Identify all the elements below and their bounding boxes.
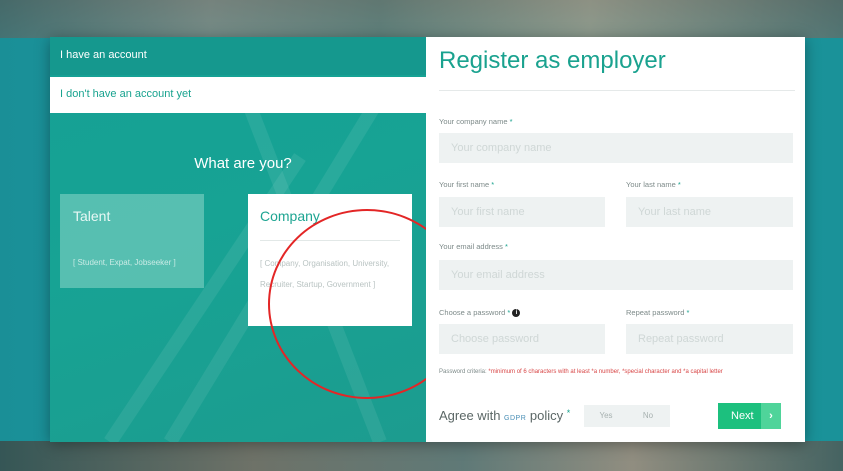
gdpr-agreement: Agree with GDPR policy * xyxy=(439,408,570,423)
option-talent-desc: [ Student, Expat, Jobseeker ] xyxy=(73,258,176,267)
background-photo-top xyxy=(0,0,843,38)
tab-have-account[interactable]: I have an account xyxy=(50,37,426,75)
next-button[interactable]: Next › xyxy=(718,403,781,429)
company-name-input[interactable] xyxy=(439,133,793,163)
info-icon[interactable]: i xyxy=(512,309,521,318)
last-name-label: Your last name * xyxy=(626,180,681,189)
password-label: Choose a password * i xyxy=(439,308,521,318)
tab-no-account-label: I don't have an account yet xyxy=(60,88,192,100)
first-name-label: Your first name * xyxy=(439,180,494,189)
register-form: Register as employer Your company name *… xyxy=(426,37,805,442)
tab-no-account[interactable]: I don't have an account yet xyxy=(50,77,426,113)
password-criteria: Password criteria: *minimum of 6 charact… xyxy=(439,367,785,377)
divider xyxy=(439,90,795,91)
first-name-input[interactable] xyxy=(439,197,605,227)
background-photo-bottom xyxy=(0,441,843,471)
email-input[interactable] xyxy=(439,260,793,290)
gdpr-suffix: policy xyxy=(529,408,564,423)
chevron-right-icon: › xyxy=(761,403,781,429)
page-title: Register as employer xyxy=(439,47,666,74)
criteria-prefix: Password criteria: xyxy=(439,369,489,375)
gdpr-link[interactable]: GDPR xyxy=(504,415,526,422)
company-name-label-text: Your company name xyxy=(439,117,508,126)
gdpr-yes-button[interactable]: Yes xyxy=(584,405,628,427)
first-name-label-text: Your first name xyxy=(439,180,490,189)
password-input[interactable] xyxy=(439,324,605,354)
gdpr-no-button[interactable]: No xyxy=(626,405,670,427)
option-company[interactable]: Company [ Company, Organisation, Univers… xyxy=(248,194,412,326)
required-mark: * xyxy=(509,117,513,126)
required-mark: * xyxy=(566,408,571,418)
required-mark: * xyxy=(505,242,508,251)
required-mark: * xyxy=(507,308,511,317)
divider xyxy=(260,240,400,241)
last-name-label-text: Your last name xyxy=(626,180,676,189)
required-mark: * xyxy=(677,180,681,189)
password-label-text: Choose a password xyxy=(439,308,506,317)
question-heading: What are you? xyxy=(194,155,292,172)
company-name-label: Your company name * xyxy=(439,117,513,126)
registration-card: I have an account I don't have an accoun… xyxy=(50,37,805,442)
option-talent-title: Talent xyxy=(73,208,111,224)
repeat-password-label: Repeat password * xyxy=(626,308,689,317)
tab-have-account-label: I have an account xyxy=(60,49,147,61)
email-label: Your email address * xyxy=(439,242,508,251)
email-label-text: Your email address xyxy=(439,242,503,251)
option-company-title: Company xyxy=(260,208,320,224)
last-name-input[interactable] xyxy=(626,197,793,227)
criteria-text: *minimum of 6 characters with at least *… xyxy=(488,369,723,375)
account-type-panel: I have an account I don't have an accoun… xyxy=(50,37,426,442)
repeat-password-input[interactable] xyxy=(626,324,793,354)
gdpr-prefix: Agree with xyxy=(439,408,501,423)
required-mark: * xyxy=(686,308,690,317)
next-button-label: Next xyxy=(731,410,754,422)
option-company-desc: [ Company, Organisation, University, Rec… xyxy=(260,259,390,289)
required-mark: * xyxy=(491,180,495,189)
repeat-password-label-text: Repeat password xyxy=(626,308,685,317)
option-talent[interactable]: Talent [ Student, Expat, Jobseeker ] xyxy=(60,194,204,288)
